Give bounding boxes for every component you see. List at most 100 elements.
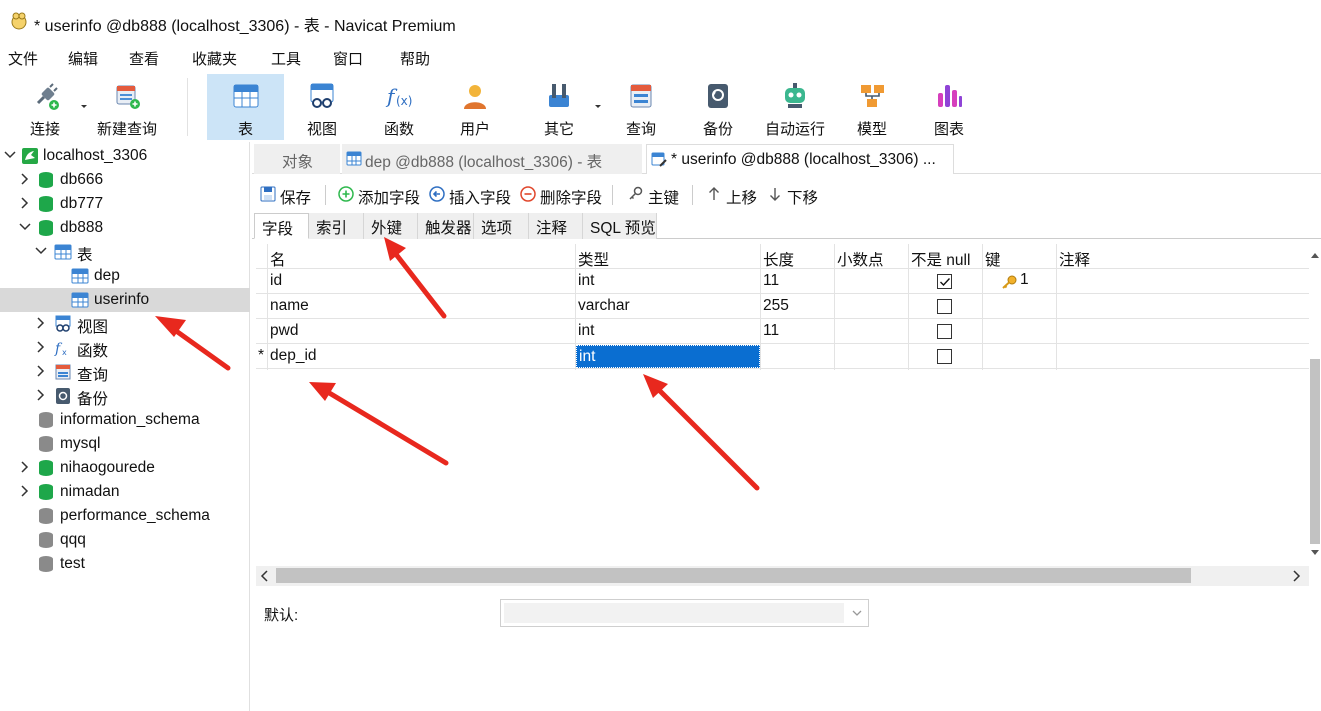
not-null-checkbox[interactable] (937, 274, 952, 289)
table-row[interactable]: * dep_id int (256, 344, 1309, 369)
other-button[interactable]: 其它 (528, 74, 590, 140)
tab-userinfo[interactable]: * userinfo @db888 (localhost_3306) ... (646, 144, 954, 174)
not-null-checkbox[interactable] (937, 324, 952, 339)
tab-triggers[interactable]: 触发器 (418, 213, 474, 239)
tree-tables-folder[interactable]: 表 (0, 240, 250, 264)
field-length-cell[interactable]: 255 (763, 297, 789, 315)
function-button[interactable]: f (x) 函数 (368, 74, 430, 140)
tree-db-test[interactable]: test (0, 552, 250, 576)
chevron-right-icon[interactable] (34, 364, 48, 378)
view-button[interactable]: 视图 (290, 74, 354, 140)
function-icon: fx (54, 341, 67, 357)
chevron-down-icon[interactable] (3, 148, 17, 162)
field-length-cell[interactable]: 11 (763, 322, 779, 340)
field-name-cell[interactable]: name (270, 297, 309, 315)
field-length-cell[interactable]: 11 (763, 272, 779, 290)
field-name-cell[interactable]: id (270, 272, 282, 290)
chevron-down-icon[interactable] (34, 244, 48, 258)
menu-window[interactable]: 窗口 (333, 48, 363, 69)
field-name-cell[interactable]: pwd (270, 322, 298, 340)
move-down-button[interactable]: 下移 (767, 185, 819, 207)
tree-db-db777[interactable]: db777 (0, 192, 250, 216)
new-query-button[interactable]: 新建查询 (92, 74, 162, 140)
delete-field-button[interactable]: 删除字段 (520, 185, 604, 207)
tab-sql-preview[interactable]: SQL 预览 (583, 213, 657, 239)
user-button[interactable]: 用户 (444, 74, 506, 140)
chevron-right-icon[interactable] (34, 388, 48, 402)
backup-button[interactable]: 备份 (687, 74, 749, 140)
tree-db-nihaogourede[interactable]: nihaogourede (0, 456, 250, 480)
chevron-down-icon[interactable] (18, 220, 32, 234)
tree-db-performance-schema[interactable]: performance_schema (0, 504, 250, 528)
not-null-checkbox[interactable] (937, 299, 952, 314)
scroll-up-icon[interactable] (1311, 252, 1319, 258)
chevron-right-icon[interactable] (18, 196, 32, 210)
tree-db-db666[interactable]: db666 (0, 168, 250, 192)
field-type-cell[interactable]: varchar (578, 297, 630, 315)
field-name-cell[interactable]: dep_id (270, 347, 317, 365)
tree-functions-folder[interactable]: fx 函数 (0, 336, 250, 360)
table-row[interactable]: id int 11 1 (256, 269, 1309, 294)
field-type-cell[interactable]: int (578, 322, 594, 340)
tab-options[interactable]: 选项 (474, 213, 529, 239)
scroll-thumb[interactable] (276, 568, 1191, 583)
chevron-right-icon[interactable] (18, 484, 32, 498)
insert-field-button[interactable]: 插入字段 (429, 185, 513, 207)
table-button[interactable]: 表 (207, 74, 284, 140)
tree-backups-folder[interactable]: 备份 (0, 384, 250, 408)
other-label: 其它 (543, 121, 574, 138)
vertical-scrollbar[interactable] (1309, 244, 1321, 566)
not-null-checkbox[interactable] (937, 349, 952, 364)
connect-dropdown-icon[interactable] (80, 104, 88, 110)
tree-queries-folder[interactable]: 查询 (0, 360, 250, 384)
fields-grid[interactable]: 名 类型 长度 小数点 不是 null 键 注释 id int 11 1 nam… (256, 244, 1309, 566)
menu-help[interactable]: 帮助 (400, 48, 430, 69)
tree-db-mysql[interactable]: mysql (0, 432, 250, 456)
menu-edit[interactable]: 编辑 (68, 48, 98, 69)
save-button[interactable]: 保存 (260, 185, 320, 207)
table-row[interactable]: name varchar 255 (256, 294, 1309, 319)
chevron-right-icon[interactable] (18, 172, 32, 186)
chevron-right-icon[interactable] (34, 316, 48, 330)
tree-db-qqq[interactable]: qqq (0, 528, 250, 552)
menu-tools[interactable]: 工具 (271, 48, 301, 69)
scroll-right-icon[interactable] (1293, 570, 1301, 582)
table-row[interactable]: pwd int 11 (256, 319, 1309, 344)
model-button[interactable]: 模型 (841, 74, 903, 140)
scroll-down-icon[interactable] (1311, 550, 1319, 556)
scroll-thumb[interactable] (1310, 359, 1320, 544)
connect-button[interactable]: 连接 (15, 74, 75, 140)
tab-dep[interactable]: dep @db888 (localhost_3306) - 表 (342, 144, 642, 174)
tab-comment[interactable]: 注释 (529, 213, 583, 239)
tree-connection[interactable]: localhost_3306 (0, 144, 250, 168)
add-field-button[interactable]: 添加字段 (338, 185, 422, 207)
query-button[interactable]: 查询 (610, 74, 672, 140)
tab-foreign-keys[interactable]: 外键 (364, 213, 418, 239)
menu-favorites[interactable]: 收藏夹 (192, 48, 237, 69)
primary-key-button[interactable]: 主键 (628, 185, 682, 207)
default-value-select[interactable] (500, 599, 869, 627)
tab-fields[interactable]: 字段 (254, 213, 309, 239)
tree-db-db888[interactable]: db888 (0, 216, 250, 240)
horizontal-scrollbar[interactable] (256, 566, 1309, 586)
chevron-right-icon[interactable] (34, 340, 48, 354)
menu-file[interactable]: 文件 (8, 48, 38, 69)
automation-button[interactable]: 自动运行 (760, 74, 830, 140)
scroll-left-icon[interactable] (260, 570, 268, 582)
menu-view[interactable]: 查看 (129, 48, 159, 69)
chevron-right-icon[interactable] (18, 460, 32, 474)
tree-db-information-schema[interactable]: information_schema (0, 408, 250, 432)
tab-objects[interactable]: 对象 (254, 144, 340, 174)
other-dropdown-icon[interactable] (594, 104, 602, 110)
tree-db-nimadan[interactable]: nimadan (0, 480, 250, 504)
move-up-button[interactable]: 上移 (706, 185, 758, 207)
tree-table-dep[interactable]: dep (0, 264, 250, 288)
chevron-down-icon[interactable] (852, 610, 862, 617)
tab-indexes[interactable]: 索引 (309, 213, 364, 239)
tree-table-userinfo[interactable]: userinfo (0, 288, 250, 312)
tree-views-folder[interactable]: 视图 (0, 312, 250, 336)
chart-button[interactable]: 图表 (918, 74, 980, 140)
default-value-field[interactable] (504, 603, 844, 623)
field-type-cell[interactable]: int (578, 272, 594, 290)
field-type-cell-selected[interactable]: int (576, 345, 760, 368)
